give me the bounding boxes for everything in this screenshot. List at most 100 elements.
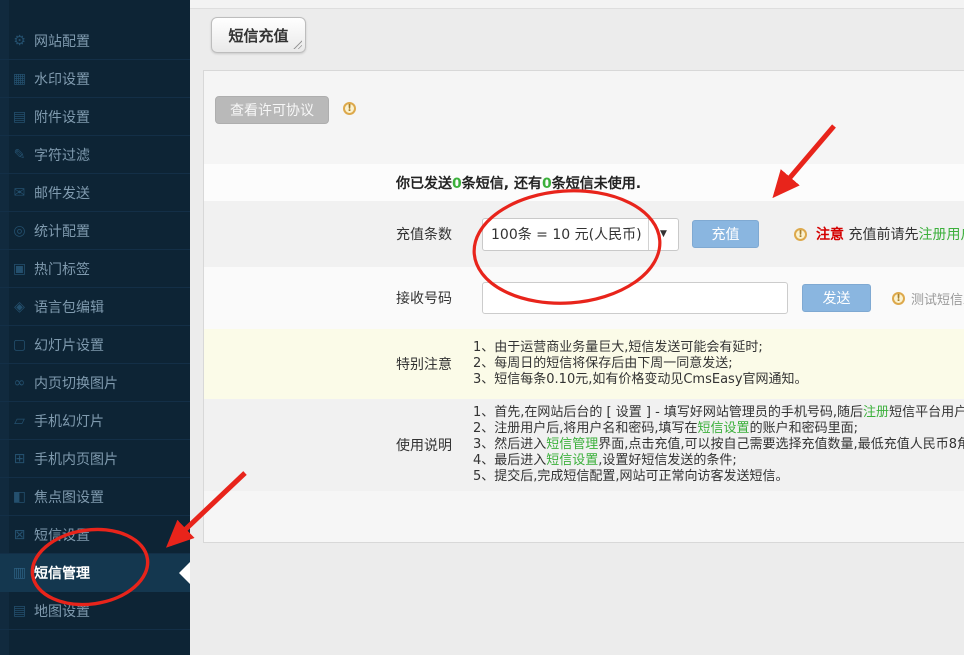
watermark-icon: ▦ [9, 71, 30, 87]
text-segment: ,设置好短信发送的条件; [598, 453, 737, 468]
sidebar-item-mobile-slideshow[interactable]: ▱手机幻灯片 [0, 402, 190, 440]
top-strip [190, 0, 964, 9]
recharge-button[interactable]: 充值 [692, 220, 759, 248]
usage-line: 1、首先,在网站后台的 [ 设置 ] - 填写好网站管理员的手机号码,随后注册短… [473, 405, 964, 421]
inline-link[interactable]: 短信管理 [546, 437, 598, 452]
tab-sms-recharge[interactable]: 短信充值 [211, 17, 306, 53]
sidebar-item-map-settings[interactable]: ▤地图设置 [0, 592, 190, 630]
inline-link[interactable]: 短信设置 [546, 453, 598, 468]
text-segment: 充值前请先 [844, 227, 918, 243]
text-segment: 短信平台用户; [889, 405, 964, 420]
sidebar-item-label: 网站配置 [34, 31, 90, 51]
text-segment: 你已发送 [396, 176, 452, 192]
sidebar-item-label: 附件设置 [34, 107, 90, 127]
chevron-down-icon: ▼ [648, 219, 678, 250]
sidebar-item-label: 热门标签 [34, 259, 90, 279]
inline-link[interactable]: 注册用户 [918, 227, 964, 243]
text-segment: 的账户和密码里面; [750, 421, 858, 436]
monitor-icon: ▢ [9, 337, 30, 353]
usage-row: 使用说明 1、首先,在网站后台的 [ 设置 ] - 填写好网站管理员的手机号码,… [204, 399, 964, 491]
resize-grip-icon [292, 39, 302, 49]
sidebar-item-label: 内页切换图片 [34, 373, 118, 393]
sidebar-menu: ⚙网站配置▦水印设置▤附件设置✎字符过滤✉邮件发送◎统计配置▣热门标签◈语言包编… [0, 0, 190, 630]
inline-link[interactable]: 注册 [863, 405, 889, 420]
sidebar-item-hot-tags[interactable]: ▣热门标签 [0, 250, 190, 288]
sidebar-item-label: 幻灯片设置 [34, 335, 104, 355]
special-note-label: 特别注意 [396, 354, 473, 374]
text-segment: 条短信未使用. [552, 176, 641, 192]
text-segment: 5、提交后,完成短信配置,网站可正常向访客发送短信。 [473, 469, 789, 484]
sidebar-item-watermark[interactable]: ▦水印设置 [0, 60, 190, 98]
sidebar-item-mail-send[interactable]: ✉邮件发送 [0, 174, 190, 212]
sidebar-item-site-config[interactable]: ⚙网站配置 [0, 22, 190, 60]
sidebar-item-label: 短信设置 [34, 525, 90, 545]
panel-footer [204, 491, 964, 542]
sidebar-item-label: 水印设置 [34, 69, 90, 89]
send-button[interactable]: 发送 [802, 284, 871, 312]
sidebar-item-label: 短信管理 [34, 563, 90, 583]
special-note-line: 3、短信每条0.10元,如有价格变动见CmsEasy官网通知。 [473, 372, 808, 388]
filter-icon: ✎ [9, 147, 30, 163]
view-license-button[interactable]: 查看许可协议 [215, 96, 329, 124]
tag-icon: ▣ [9, 261, 30, 277]
text-segment: 注意 [816, 227, 844, 243]
grid-icon: ⊞ [9, 451, 30, 467]
selected-option: 100条 = 10 元(人民币) [483, 224, 648, 244]
sidebar-item-mobile-inner-image[interactable]: ⊞手机内页图片 [0, 440, 190, 478]
sidebar-item-label: 邮件发送 [34, 183, 90, 203]
sidebar-item-inner-switch-image[interactable]: ∞内页切换图片 [0, 364, 190, 402]
special-note-row: 特别注意 1、由于运营商业务量巨大,短信发送可能会有延时;2、每周日的短信将保存… [204, 329, 964, 399]
usage-label: 使用说明 [396, 435, 473, 455]
inline-link[interactable]: 短信设置 [698, 421, 750, 436]
warning-icon: ! [343, 102, 356, 115]
sidebar-item-label: 语言包编辑 [34, 297, 104, 317]
pin-icon: ▱ [9, 413, 30, 429]
sidebar-item-label: 手机幻灯片 [34, 411, 104, 431]
sms-status-message: 你已发送0条短信, 还有0条短信未使用. [204, 164, 964, 201]
text-segment: 4、最后进入 [473, 453, 546, 468]
mail-icon: ✉ [9, 185, 30, 201]
recharge-amount-select[interactable]: 100条 = 10 元(人民币) ▼ [482, 218, 679, 251]
map-folder-icon: ▤ [9, 603, 30, 619]
inline-link: 0 [542, 176, 552, 192]
sidebar-item-label: 统计配置 [34, 221, 90, 241]
usage-line: 5、提交后,完成短信配置,网站可正常向访客发送短信。 [473, 469, 964, 485]
text-segment: 条短信, 还有 [462, 176, 542, 192]
sidebar-item-language-pack[interactable]: ◈语言包编辑 [0, 288, 190, 326]
panel-header: 查看许可协议 ! [204, 71, 964, 164]
usage-line: 4、最后进入短信设置,设置好短信发送的条件; [473, 453, 964, 469]
special-note-line: 1、由于运营商业务量巨大,短信发送可能会有延时; [473, 340, 808, 356]
sidebar-item-slideshow[interactable]: ▢幻灯片设置 [0, 326, 190, 364]
text-segment: 界面,点击充值,可以按自己需要选择充值数量,最低充值人民币8角; [598, 437, 964, 452]
usage-line: 2、注册用户后,将用户名和密码,填写在短信设置的账户和密码里面; [473, 421, 964, 437]
text-segment: 2、注册用户后,将用户名和密码,填写在 [473, 421, 698, 436]
sidebar-item-focus-image[interactable]: ◧焦点图设置 [0, 478, 190, 516]
sidebar-item-stats-config[interactable]: ◎统计配置 [0, 212, 190, 250]
receive-number-input[interactable] [482, 282, 788, 314]
sidebar-item-sms-settings[interactable]: ⊠短信设置 [0, 516, 190, 554]
test-sms-hint: 测试短信发送 [911, 289, 964, 308]
recharge-count-label: 充值条数 [396, 224, 482, 244]
status-text: 你已发送0条短信, 还有0条短信未使用. [396, 173, 641, 193]
gear-icon: ⚙ [9, 33, 30, 49]
calendar-icon: ◧ [9, 489, 30, 505]
special-note-line: 2、每周日的短信将保存后由下周一同意发送; [473, 356, 808, 372]
folder-icon: ▤ [9, 109, 30, 125]
text-segment: 1、首先,在网站后台的 [ 设置 ] - 填写好网站管理员的手机号码,随后 [473, 405, 863, 420]
sidebar-item-sms-manage[interactable]: ▥短信管理 [0, 554, 190, 592]
inline-link: 0 [452, 176, 462, 192]
language-icon: ◈ [9, 299, 30, 315]
warning-icon: ! [794, 228, 807, 241]
sidebar-item-label: 字符过滤 [34, 145, 90, 165]
warning-icon: ! [892, 292, 905, 305]
image-icon: ▥ [9, 565, 30, 581]
sms-recharge-panel: 查看许可协议 ! 你已发送0条短信, 还有0条短信未使用. 充值条数 100条 … [203, 70, 964, 543]
main-content: 短信充值 查看许可协议 ! 你已发送0条短信, 还有0条短信未使用. 充值条数 … [190, 0, 964, 655]
sidebar-item-char-filter[interactable]: ✎字符过滤 [0, 136, 190, 174]
edit-icon: ⊠ [9, 527, 30, 543]
sidebar: ⚙网站配置▦水印设置▤附件设置✎字符过滤✉邮件发送◎统计配置▣热门标签◈语言包编… [0, 0, 190, 655]
link-icon: ∞ [9, 375, 30, 391]
usage-list: 1、首先,在网站后台的 [ 设置 ] - 填写好网站管理员的手机号码,随后注册短… [473, 405, 964, 485]
sidebar-item-label: 手机内页图片 [34, 449, 118, 469]
sidebar-item-attachment[interactable]: ▤附件设置 [0, 98, 190, 136]
